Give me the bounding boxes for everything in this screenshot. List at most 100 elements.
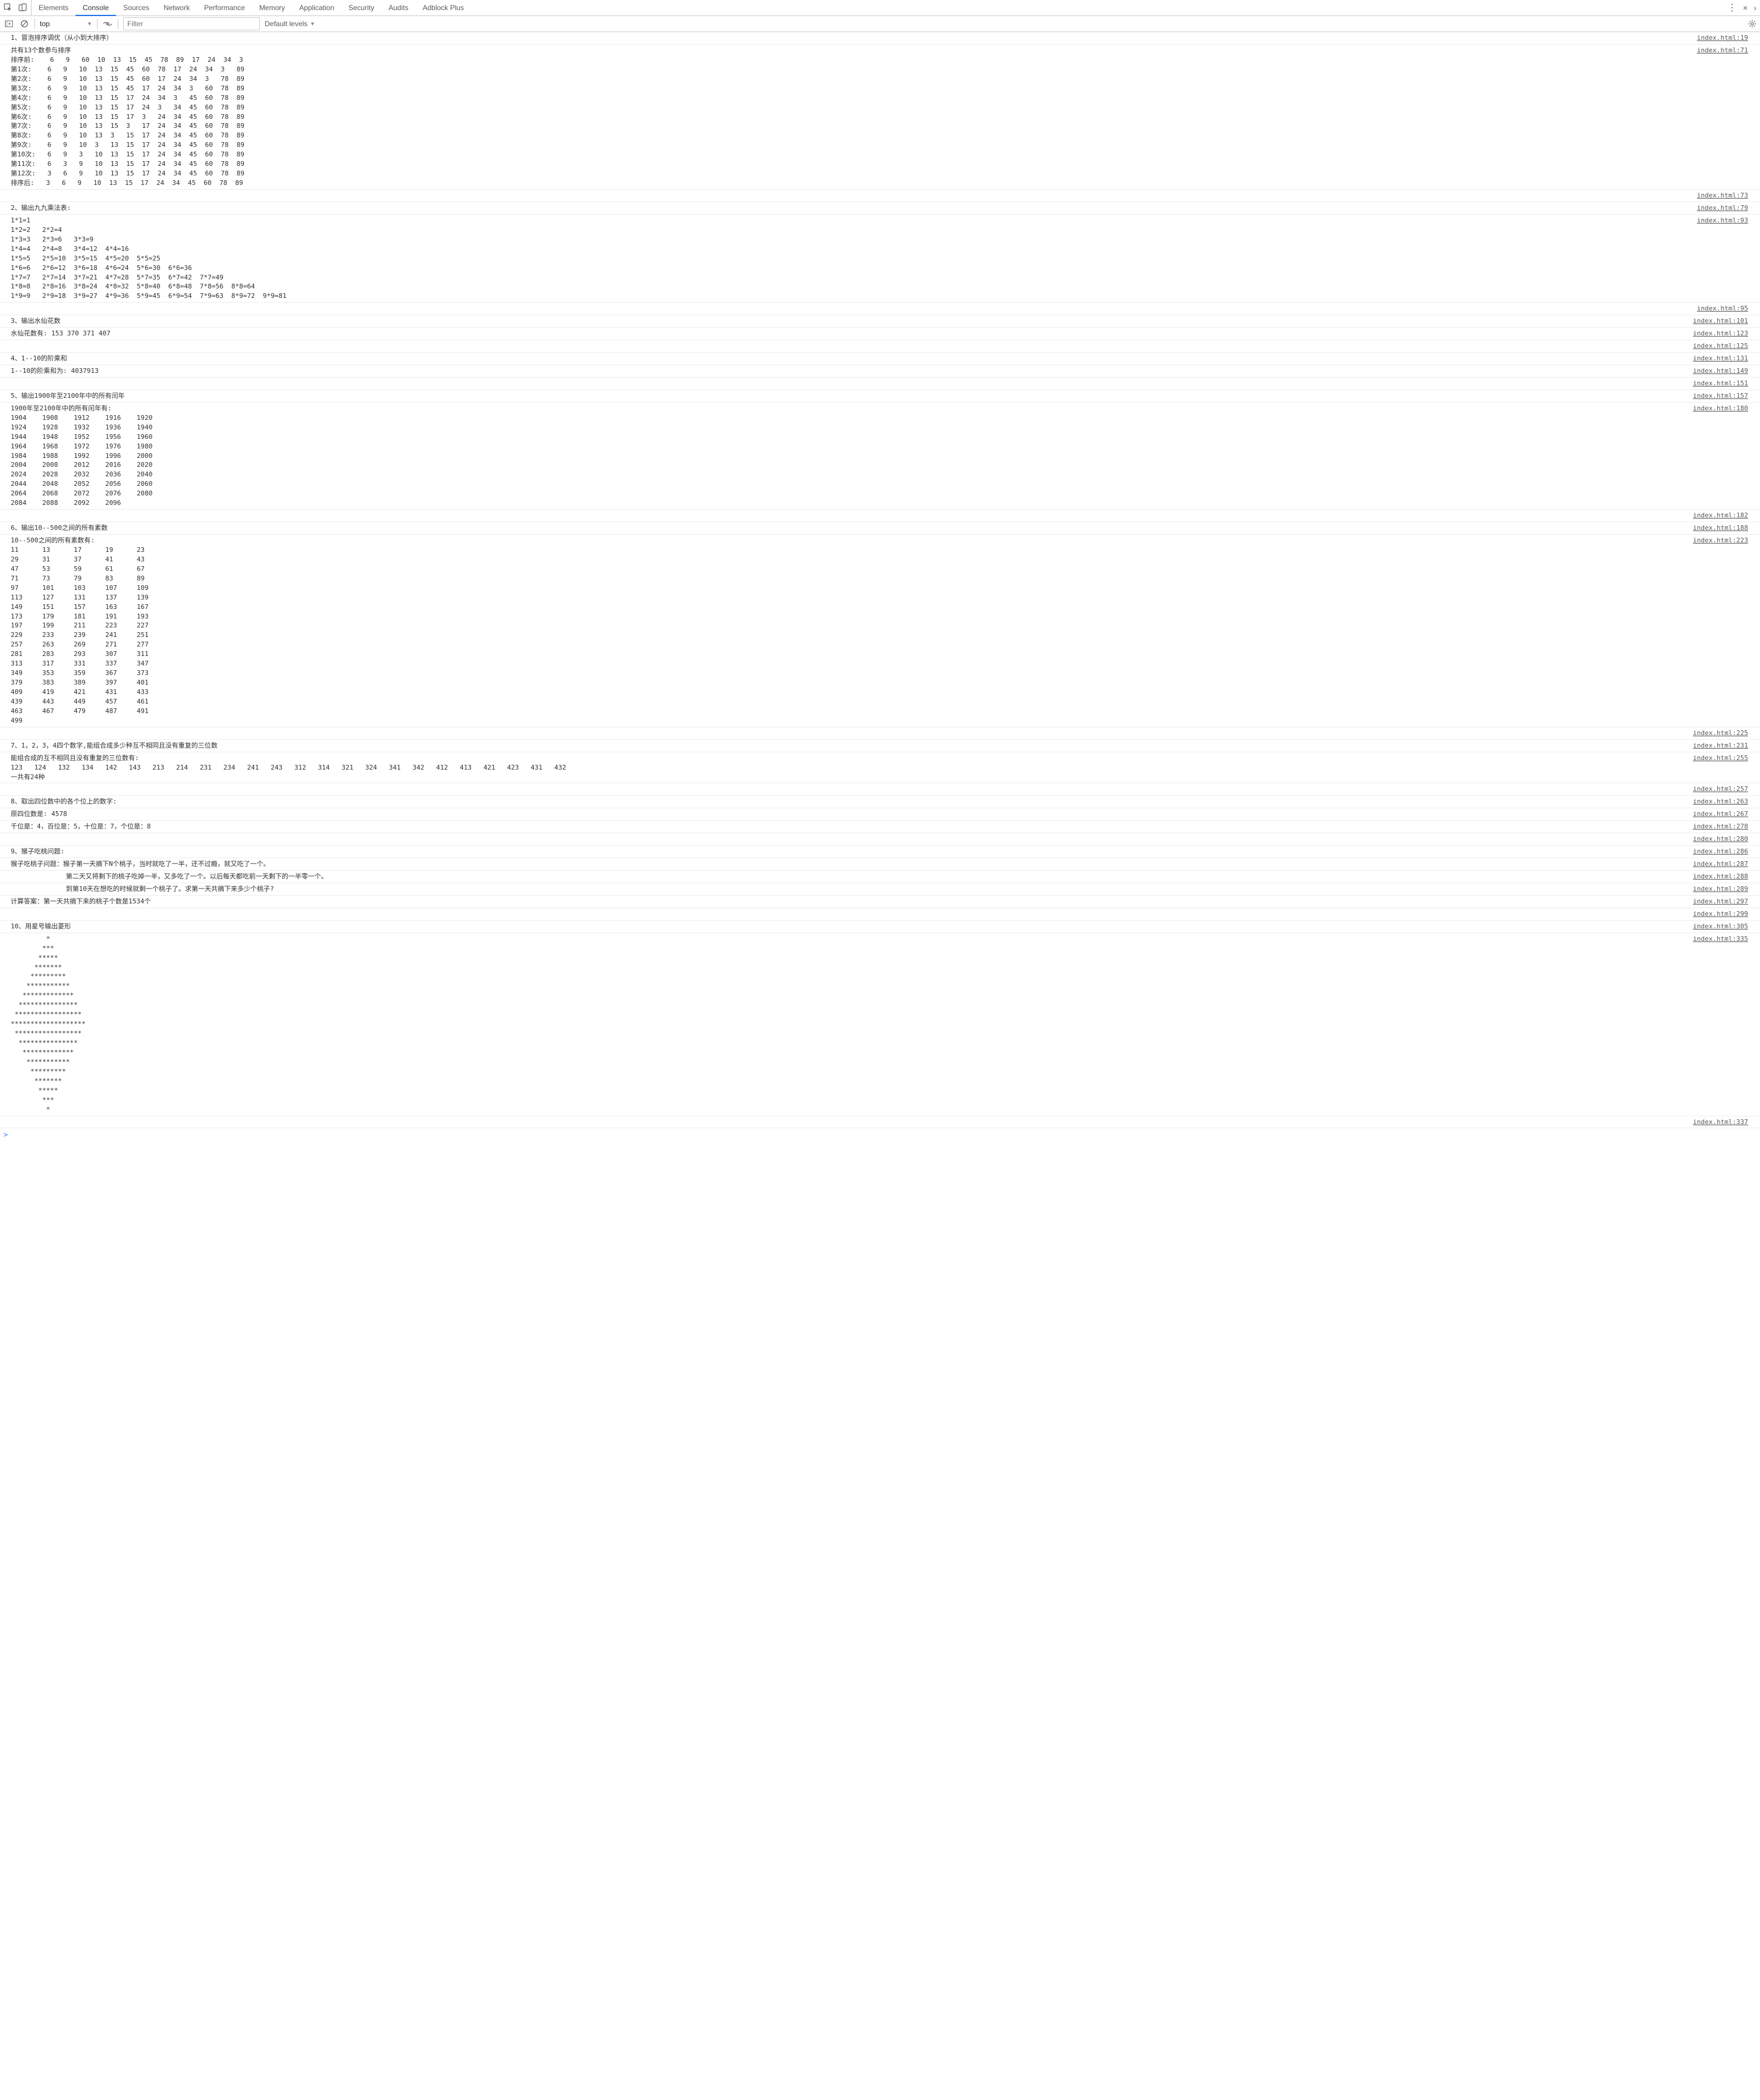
tab-elements[interactable]: Elements	[32, 0, 76, 15]
console-message: 计算答案：第一天共摘下来的桃子个数是1534个	[11, 897, 1686, 906]
console-row: 4、1--10的阶乘和index.html:131	[0, 353, 1760, 365]
console-message: 1--10的阶乘和为: 4037913	[11, 366, 1686, 376]
source-link[interactable]: index.html:257	[1693, 784, 1748, 794]
source-link[interactable]: index.html:305	[1693, 922, 1748, 931]
console-prompt[interactable]: >	[0, 1128, 1760, 1141]
console-row: 共有13个数参与排序 排序前: 6 9 60 10 13 15 45 78 89…	[0, 45, 1760, 190]
console-message: 到第10天在想吃的时候就剩一个桃子了。求第一天共摘下来多少个桃子?	[11, 884, 1686, 894]
source-link[interactable]: index.html:297	[1693, 897, 1748, 906]
inspect-element-icon[interactable]	[4, 3, 13, 12]
source-link[interactable]: index.html:125	[1693, 341, 1748, 351]
live-expression-icon[interactable]	[102, 18, 113, 29]
console-row: index.html:151	[0, 378, 1760, 390]
clear-console-icon[interactable]	[19, 18, 30, 29]
source-link[interactable]: index.html:151	[1693, 379, 1748, 388]
console-row: 10--500之间的所有素数有: 11 13 17 19 23 29 31 37…	[0, 535, 1760, 727]
source-link[interactable]: index.html:255	[1693, 754, 1748, 763]
console-row: 9、猴子吃桃问题: index.html:286	[0, 846, 1760, 858]
console-message: 1900年至2100年中的所有闰年有: 1904 1908 1912 1916 …	[11, 404, 1686, 508]
console-row: 能组合成的互不相同且没有重复的三位数有: 123 124 132 134 142…	[0, 752, 1760, 784]
console-row: index.html:125	[0, 340, 1760, 353]
console-settings-icon[interactable]	[1747, 18, 1758, 29]
source-link[interactable]: index.html:263	[1693, 797, 1748, 806]
tab-audits[interactable]: Audits	[381, 0, 415, 15]
prompt-chevron-icon: >	[4, 1131, 8, 1139]
console-row: index.html:182	[0, 510, 1760, 522]
source-link[interactable]: index.html:182	[1693, 511, 1748, 520]
dropdown-triangle-icon: ▼	[310, 21, 315, 27]
source-link[interactable]: index.html:335	[1693, 934, 1748, 944]
source-link[interactable]: index.html:278	[1693, 822, 1748, 831]
source-link[interactable]: index.html:286	[1693, 847, 1748, 856]
console-row: index.html:73	[0, 190, 1760, 202]
tab-adblock-plus[interactable]: Adblock Plus	[416, 0, 471, 15]
close-x-icon[interactable]: ×	[1743, 3, 1748, 12]
device-toggle-icon[interactable]	[18, 3, 27, 12]
filter-input[interactable]	[123, 17, 260, 30]
console-message: 8、取出四位数中的各个位上的数字:	[11, 797, 1686, 806]
console-message: 10--500之间的所有素数有: 11 13 17 19 23 29 31 37…	[11, 536, 1686, 726]
console-row: index.html:257	[0, 783, 1760, 796]
source-link[interactable]: index.html:73	[1697, 191, 1748, 200]
console-log-area[interactable]: 1、冒泡排序调优（从小到大排序） index.html:19 共有13个数参与排序 …	[0, 32, 1760, 1128]
source-link[interactable]: index.html:337	[1693, 1118, 1748, 1127]
console-message	[11, 379, 1686, 388]
console-row: 计算答案：第一天共摘下来的桃子个数是1534个 index.html:297	[0, 896, 1760, 908]
console-message: 9、猴子吃桃问题:	[11, 847, 1686, 856]
source-link[interactable]: index.html:267	[1693, 809, 1748, 819]
console-message	[11, 1118, 1686, 1127]
console-row: 千位是：4，百位是：5，十位是：7，个位是：8index.html:278	[0, 821, 1760, 833]
source-link[interactable]: index.html:123	[1693, 329, 1748, 338]
console-row: index.html:299	[0, 908, 1760, 921]
source-link[interactable]: index.html:299	[1693, 909, 1748, 919]
tab-console[interactable]: Console	[76, 0, 116, 16]
console-message	[11, 729, 1686, 738]
source-link[interactable]: index.html:225	[1693, 729, 1748, 738]
console-row: * *** ***** ******* ********* **********…	[0, 933, 1760, 1116]
source-link[interactable]: index.html:79	[1697, 203, 1748, 213]
source-link[interactable]: index.html:280	[1693, 834, 1748, 844]
console-row: 1900年至2100年中的所有闰年有: 1904 1908 1912 1916 …	[0, 403, 1760, 510]
more-options-icon[interactable]: ⋮	[1727, 2, 1737, 14]
tab-memory[interactable]: Memory	[252, 0, 292, 15]
console-message	[11, 511, 1686, 520]
console-message: 共有13个数参与排序 排序前: 6 9 60 10 13 15 45 78 89…	[11, 46, 1690, 188]
source-link[interactable]: index.html:188	[1693, 523, 1748, 533]
tab-security[interactable]: Security	[341, 0, 381, 15]
console-message: 3、输出水仙花数	[11, 316, 1686, 326]
source-link[interactable]: index.html:180	[1693, 404, 1748, 413]
source-link[interactable]: index.html:157	[1693, 391, 1748, 401]
console-row: 第二天又将剩下的桃子吃掉一半，又多吃了一个。以后每天都吃前一天剩下的一半零一个。…	[0, 871, 1760, 883]
console-message: 1、冒泡排序调优（从小到大排序）	[11, 33, 1690, 43]
console-row: 10、用星号输出菱形index.html:305	[0, 921, 1760, 933]
console-row: index.html:280	[0, 833, 1760, 846]
console-row: 猴子吃桃子问题：猴子第一天摘下N个桃子，当时就吃了一半，还不过瘾，就又吃了一个。…	[0, 858, 1760, 871]
console-message: * *** ***** ******* ********* **********…	[11, 934, 1686, 1115]
context-selector[interactable]: top ▼	[40, 20, 92, 28]
source-link[interactable]: index.html:93	[1697, 216, 1748, 225]
toggle-sidebar-icon[interactable]	[4, 18, 14, 29]
console-row: 到第10天在想吃的时候就剩一个桃子了。求第一天共摘下来多少个桃子? index.h…	[0, 883, 1760, 896]
console-message	[11, 341, 1686, 351]
console-row: 3、输出水仙花数 index.html:101	[0, 315, 1760, 328]
source-link[interactable]: index.html:101	[1693, 316, 1748, 326]
source-link[interactable]: index.html:231	[1693, 741, 1748, 751]
console-row: 2、输出九九乘法表:index.html:79	[0, 202, 1760, 215]
log-levels-selector[interactable]: Default levels ▼	[265, 20, 315, 28]
source-link[interactable]: index.html:131	[1693, 354, 1748, 363]
source-link[interactable]: index.html:95	[1697, 304, 1748, 313]
source-link[interactable]: index.html:149	[1693, 366, 1748, 376]
console-message: 猴子吃桃子问题：猴子第一天摘下N个桃子，当时就吃了一半，还不过瘾，就又吃了一个。	[11, 859, 1686, 869]
tab-network[interactable]: Network	[156, 0, 197, 15]
source-link[interactable]: index.html:289	[1693, 884, 1748, 894]
source-link[interactable]: index.html:71	[1697, 46, 1748, 55]
tab-performance[interactable]: Performance	[197, 0, 252, 15]
console-row: 5、输出1900年至2100年中的所有闰年index.html:157	[0, 390, 1760, 403]
tab-sources[interactable]: Sources	[116, 0, 156, 15]
source-link[interactable]: index.html:223	[1693, 536, 1748, 545]
source-link[interactable]: index.html:288	[1693, 872, 1748, 881]
tab-application[interactable]: Application	[292, 0, 341, 15]
source-link[interactable]: index.html:287	[1693, 859, 1748, 869]
chevron-right-icon[interactable]: ›	[1753, 3, 1756, 12]
source-link[interactable]: index.html:19	[1697, 33, 1748, 43]
